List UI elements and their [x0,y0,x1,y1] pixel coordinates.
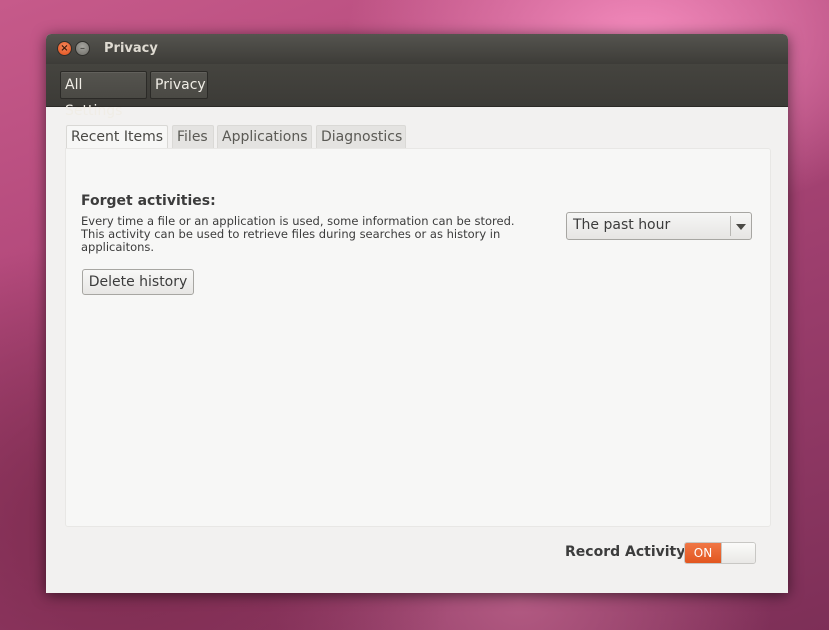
forget-activities-description: Every time a file or an application is u… [81,214,515,254]
breadcrumb-all-settings-button[interactable]: All Settings [60,71,147,119]
tab-diagnostics[interactable]: Diagnostics [316,125,406,148]
tab-recent-items[interactable]: Recent Items [66,125,168,150]
breadcrumb: All Settings Privacy [46,64,788,119]
toggle-on-label: ON [685,543,721,563]
title-bar[interactable]: × – Privacy [46,34,788,64]
privacy-window: × – Privacy All Settings Privacy Recent … [46,34,788,593]
tab-files[interactable]: Files [172,125,214,148]
forget-period-dropdown[interactable]: The past hour [566,212,752,240]
window-title: Privacy [104,41,158,56]
forget-activities-heading: Forget activities: [81,193,216,209]
minimize-icon[interactable]: – [75,41,90,56]
chevron-down-icon [736,224,746,230]
close-icon[interactable]: × [57,41,72,56]
delete-history-button[interactable]: Delete history [82,269,194,295]
record-activity-label: Record Activity [565,544,686,560]
record-activity-toggle[interactable]: ON [684,542,756,564]
dropdown-separator [730,216,731,236]
forget-period-value: The past hour [573,217,671,233]
tab-applications[interactable]: Applications [217,125,312,148]
toggle-knob[interactable] [721,543,755,563]
breadcrumb-privacy-button[interactable]: Privacy [150,71,208,99]
recent-items-panel: Forget activities: Every time a file or … [65,148,771,527]
